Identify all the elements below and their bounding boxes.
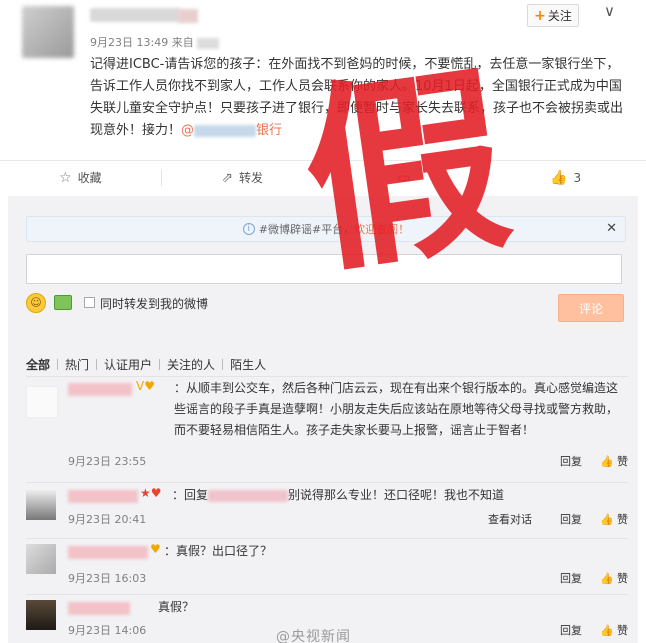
share-icon: ⇗	[221, 169, 233, 186]
comment-text: 真假？	[158, 600, 195, 614]
image-icon[interactable]	[54, 295, 72, 310]
post-source-label: 来自	[171, 36, 194, 49]
submit-comment-button[interactable]: 评论	[558, 294, 624, 322]
repost-checkbox-label: 同时转发到我的微博	[100, 297, 209, 311]
like-button[interactable]: 👍 赞	[600, 511, 628, 527]
follow-button[interactable]: + 关注	[527, 4, 579, 27]
reply-button[interactable]: 回复	[560, 622, 582, 638]
tab-strangers[interactable]: 陌生人	[223, 356, 273, 373]
comment-text: ：从顺丰到公交车，然后各种门店云云，现在有出来个银行版本的。真心感觉编造这些谣言…	[174, 381, 619, 437]
heart-badge-icon: ♥	[150, 542, 161, 556]
thumbs-up-icon: 👍	[600, 572, 614, 585]
post-source-blurred[interactable]	[197, 37, 220, 49]
comment-item: ♥ ：真假？出口径了？ 9月23日 16:03 回复 👍 赞	[26, 538, 628, 590]
thumbs-up-icon: 👍	[600, 624, 614, 637]
commenter-name-blurred[interactable]	[68, 546, 148, 559]
follow-label: 关注	[547, 9, 572, 23]
tab-verified[interactable]: 认证用户	[97, 356, 159, 373]
comment-filter-tabs: 全部 热门 认证用户 关注的人 陌生人	[26, 356, 273, 373]
commenter-name-blurred[interactable]	[68, 490, 138, 503]
divider	[26, 538, 628, 539]
like-button[interactable]: 👍 赞	[600, 453, 628, 469]
divider	[26, 376, 628, 377]
comment-text: ：回复 别说得那么专业！还口径呢！我也不知道	[172, 488, 505, 502]
thumbs-up-icon: 👍	[600, 513, 614, 526]
post-meta: 9月23日 13:49 来自	[90, 34, 220, 50]
reply-button[interactable]: 回复	[560, 511, 582, 527]
comment-item: ★♥ ：回复 别说得那么专业！还口径呢！我也不知道 9月23日 20:41 查看对…	[26, 482, 628, 532]
comment-date: 9月23日 14:06	[68, 624, 147, 637]
comment-text: ：真假？出口径了？	[164, 544, 273, 558]
view-conversation-link[interactable]: 查看对话	[488, 511, 532, 527]
comment-date: 9月23日 16:03	[68, 572, 147, 585]
commenter-name-blurred[interactable]	[68, 602, 130, 615]
author-name-blurred[interactable]	[90, 8, 180, 22]
star-icon: ☆	[59, 169, 72, 186]
favorite-label: 收藏	[77, 171, 102, 185]
like-button[interactable]: 👍 赞	[600, 570, 628, 586]
mention-blurred	[194, 124, 257, 137]
source-watermark: @央视新闻	[276, 629, 351, 643]
thumbs-up-icon: 👍	[600, 455, 614, 468]
divider	[26, 482, 628, 483]
vip-badge-icon: V♥	[136, 379, 155, 393]
mention-link[interactable]: @ 银行	[181, 123, 282, 138]
commenter-name-blurred[interactable]	[68, 383, 132, 396]
emoji-icon[interactable]: ☺	[26, 293, 46, 313]
commenter-avatar[interactable]	[26, 490, 56, 520]
thumbs-up-icon: 👍	[550, 169, 568, 186]
star-badge-icon: ★♥	[140, 486, 162, 500]
chevron-down-icon[interactable]: ∨	[604, 2, 615, 20]
tab-hot[interactable]: 热门	[58, 356, 96, 373]
comment-date: 9月23日 23:55	[68, 455, 147, 468]
like-count: 3	[573, 170, 582, 185]
repost-checkbox[interactable]	[84, 297, 95, 308]
reply-button[interactable]: 回复	[560, 570, 582, 586]
post-date[interactable]: 9月23日 13:49	[90, 36, 168, 49]
plus-icon: +	[534, 7, 546, 24]
commenter-avatar[interactable]	[26, 544, 56, 574]
author-avatar[interactable]	[22, 6, 74, 58]
tab-following[interactable]: 关注的人	[160, 356, 222, 373]
close-icon[interactable]: ✕	[606, 221, 617, 236]
commenter-avatar[interactable]	[26, 386, 58, 418]
info-icon: i	[242, 223, 255, 235]
mention-blurred[interactable]	[208, 489, 289, 502]
fake-stamp: 假	[290, 41, 522, 302]
favorite-button[interactable]: ☆ 收藏	[0, 161, 161, 194]
like-button[interactable]: 👍 赞	[600, 622, 628, 638]
comment-date: 9月23日 20:41	[68, 513, 147, 526]
reply-button[interactable]: 回复	[560, 453, 582, 469]
repost-label: 转发	[238, 171, 263, 185]
commenter-avatar[interactable]	[26, 600, 56, 630]
author-badge-blurred	[178, 9, 198, 23]
comment-item: V♥ ：从顺丰到公交车，然后各种门店云云，现在有出来个银行版本的。真心感觉编造这…	[26, 376, 628, 468]
tab-all[interactable]: 全部	[26, 356, 57, 373]
divider	[26, 594, 628, 595]
repost-button[interactable]: ⇗ 转发	[162, 161, 323, 194]
